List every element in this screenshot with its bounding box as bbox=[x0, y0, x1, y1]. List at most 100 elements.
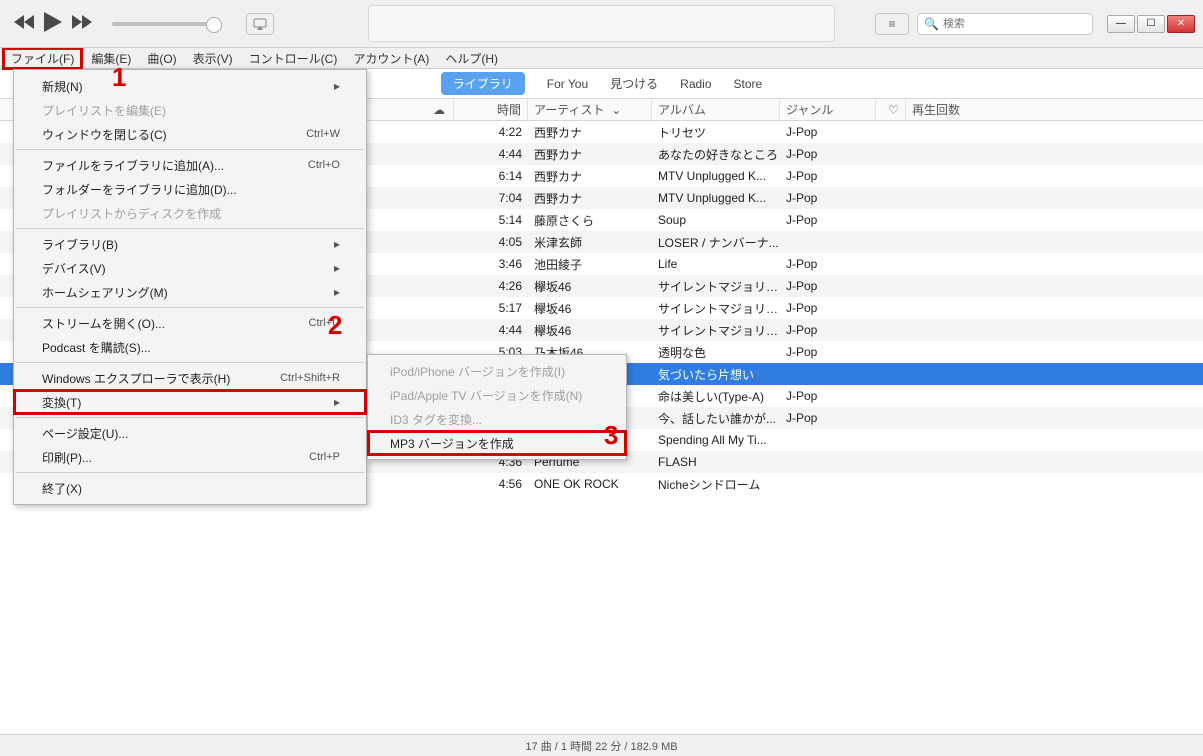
track-genre: J-Pop bbox=[780, 191, 876, 205]
track-artist: 西野カナ bbox=[528, 190, 652, 207]
search-input[interactable] bbox=[943, 18, 1086, 30]
track-album: サイレントマジョリティ... bbox=[652, 300, 780, 317]
track-genre: J-Pop bbox=[780, 345, 876, 359]
tab-radio[interactable]: Radio bbox=[680, 77, 711, 91]
menu-item[interactable]: Podcast を購読(S)... bbox=[14, 335, 366, 359]
transport-controls bbox=[0, 12, 288, 35]
track-genre: J-Pop bbox=[780, 257, 876, 271]
maximize-button[interactable]: ☐ bbox=[1137, 15, 1165, 33]
track-time: 4:56 bbox=[454, 477, 528, 491]
close-button[interactable]: ✕ bbox=[1167, 15, 1195, 33]
menu-item[interactable]: ライブラリ(B)▸ bbox=[14, 232, 366, 256]
menu-item: プレイリストからディスクを作成 bbox=[14, 201, 366, 225]
track-genre: J-Pop bbox=[780, 279, 876, 293]
menu-help[interactable]: ヘルプ(H) bbox=[437, 48, 506, 69]
tab-library[interactable]: ライブラリ bbox=[441, 72, 525, 95]
track-time: 7:04 bbox=[454, 191, 528, 205]
track-album: Life bbox=[652, 257, 780, 271]
submenu-item[interactable]: MP3 バージョンを作成 bbox=[368, 431, 626, 455]
track-time: 6:14 bbox=[454, 169, 528, 183]
col-time[interactable]: 時間 bbox=[454, 99, 528, 120]
now-playing-lcd bbox=[368, 5, 835, 42]
menu-item: プレイリストを編集(E) bbox=[14, 98, 366, 122]
track-album: LOSER / ナンバーナ... bbox=[652, 234, 780, 251]
volume-slider[interactable] bbox=[112, 22, 222, 26]
track-album: Nicheシンドローム bbox=[652, 476, 780, 493]
prev-button[interactable] bbox=[14, 15, 34, 32]
tab-browse[interactable]: 見つける bbox=[610, 75, 658, 92]
track-artist: ONE OK ROCK bbox=[528, 477, 652, 491]
track-genre: J-Pop bbox=[780, 169, 876, 183]
menu-song[interactable]: 曲(O) bbox=[139, 48, 184, 69]
track-artist: 西野カナ bbox=[528, 124, 652, 141]
track-genre: J-Pop bbox=[780, 125, 876, 139]
track-time: 4:44 bbox=[454, 147, 528, 161]
track-album: サイレントマジョリティー bbox=[652, 322, 780, 339]
search-icon: 🔍 bbox=[924, 17, 939, 31]
track-time: 4:22 bbox=[454, 125, 528, 139]
search-box[interactable]: 🔍 bbox=[917, 13, 1093, 35]
menu-account[interactable]: アカウント(A) bbox=[345, 48, 437, 69]
menu-view[interactable]: 表示(V) bbox=[185, 48, 241, 69]
annotation-3: 3 bbox=[604, 420, 618, 451]
track-album: 透明な色 bbox=[652, 344, 780, 361]
tab-foryou[interactable]: For You bbox=[547, 77, 588, 91]
status-bar: 17 曲 / 1 時間 22 分 / 182.9 MB bbox=[0, 734, 1203, 756]
menu-item[interactable]: ホームシェアリング(M)▸ bbox=[14, 280, 366, 304]
track-album: 命は美しい(Type-A) bbox=[652, 388, 780, 405]
submenu-item: iPad/Apple TV バージョンを作成(N) bbox=[368, 383, 626, 407]
track-artist: 米津玄師 bbox=[528, 234, 652, 251]
track-time: 4:05 bbox=[454, 235, 528, 249]
menu-item[interactable]: 終了(X) bbox=[14, 476, 366, 500]
minimize-button[interactable]: — bbox=[1107, 15, 1135, 33]
col-album[interactable]: アルバム bbox=[652, 99, 780, 120]
menu-item[interactable]: ストリームを開く(O)...Ctrl+U bbox=[14, 311, 366, 335]
col-plays[interactable]: 再生回数 bbox=[906, 99, 1203, 120]
col-genre[interactable]: ジャンル bbox=[780, 99, 876, 120]
menu-control[interactable]: コントロール(C) bbox=[241, 48, 346, 69]
track-album: 今、話したい誰かが... bbox=[652, 410, 780, 427]
track-genre: J-Pop bbox=[780, 213, 876, 227]
tab-store[interactable]: Store bbox=[734, 77, 763, 91]
track-time: 5:14 bbox=[454, 213, 528, 227]
track-album: MTV Unplugged K... bbox=[652, 169, 780, 183]
track-genre: J-Pop bbox=[780, 301, 876, 315]
menu-item[interactable]: ページ設定(U)... bbox=[14, 421, 366, 445]
track-artist: 欅坂46 bbox=[528, 322, 652, 339]
track-time: 3:46 bbox=[454, 257, 528, 271]
col-favorite[interactable]: ♡ bbox=[876, 99, 906, 120]
track-time: 4:44 bbox=[454, 323, 528, 337]
file-menu-dropdown: 新規(N)▸プレイリストを編集(E)ウィンドウを閉じる(C)Ctrl+W ファイル… bbox=[13, 69, 367, 505]
track-album: サイレントマジョリティ... bbox=[652, 278, 780, 295]
track-album: あなたの好きなところ bbox=[652, 146, 780, 163]
track-artist: 欅坂46 bbox=[528, 278, 652, 295]
airplay-button[interactable] bbox=[246, 13, 274, 35]
menu-file[interactable]: ファイル(F) bbox=[2, 47, 83, 70]
track-album: トリセツ bbox=[652, 124, 780, 141]
menu-item[interactable]: ウィンドウを閉じる(C)Ctrl+W bbox=[14, 122, 366, 146]
menu-item[interactable]: 印刷(P)...Ctrl+P bbox=[14, 445, 366, 469]
track-album: 気づいたら片想い bbox=[652, 366, 780, 383]
submenu-item: ID3 タグを変換... bbox=[368, 407, 626, 431]
track-album: MTV Unplugged K... bbox=[652, 191, 780, 205]
menu-item[interactable]: デバイス(V)▸ bbox=[14, 256, 366, 280]
track-time: 4:26 bbox=[454, 279, 528, 293]
track-album: FLASH bbox=[652, 455, 780, 469]
list-view-button[interactable]: ≡ bbox=[875, 13, 909, 35]
sort-indicator-icon: ⌄ bbox=[611, 103, 621, 117]
track-time: 5:17 bbox=[454, 301, 528, 315]
menu-item[interactable]: 変換(T)▸ bbox=[14, 390, 366, 414]
track-genre: J-Pop bbox=[780, 323, 876, 337]
next-button[interactable] bbox=[72, 15, 92, 32]
track-genre: J-Pop bbox=[780, 147, 876, 161]
menubar: ファイル(F) 編集(E) 曲(O) 表示(V) コントロール(C) アカウント… bbox=[0, 48, 1203, 69]
submenu-item: iPod/iPhone バージョンを作成(I) bbox=[368, 359, 626, 383]
menu-item[interactable]: ファイルをライブラリに追加(A)...Ctrl+O bbox=[14, 153, 366, 177]
menu-item[interactable]: フォルダーをライブラリに追加(D)... bbox=[14, 177, 366, 201]
menu-item[interactable]: Windows エクスプローラで表示(H)Ctrl+Shift+R bbox=[14, 366, 366, 390]
track-artist: 欅坂46 bbox=[528, 300, 652, 317]
play-button[interactable] bbox=[44, 12, 62, 35]
col-artist[interactable]: アーティスト ⌄ bbox=[528, 99, 652, 120]
track-artist: 西野カナ bbox=[528, 146, 652, 163]
menu-item[interactable]: 新規(N)▸ bbox=[14, 74, 366, 98]
